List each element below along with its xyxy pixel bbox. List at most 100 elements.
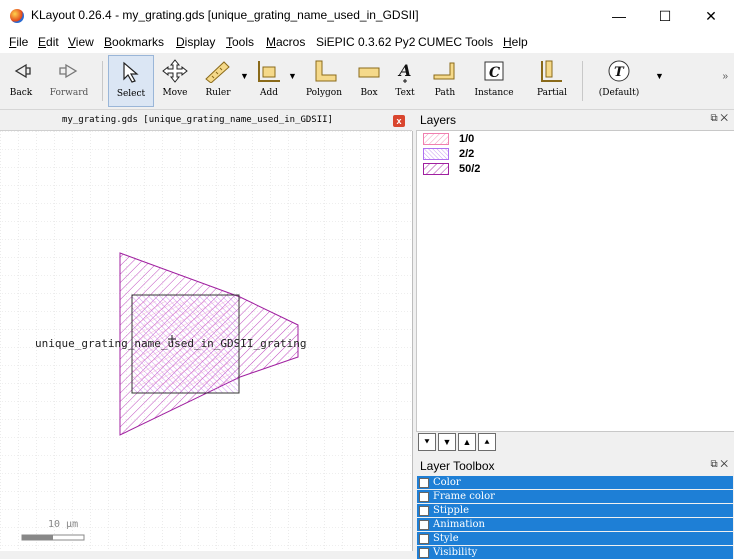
menu-help-label: elp [511, 35, 528, 49]
text-tool[interactable]: A Text [390, 55, 420, 105]
toolbox-visibility[interactable]: Visibility [417, 546, 733, 559]
toolbar-overflow-icon[interactable]: » [722, 71, 728, 82]
toolbar-separator [102, 61, 103, 101]
move-to-bottom-icon[interactable]: ⯆ [418, 433, 436, 451]
toolbox-color[interactable]: Color [417, 476, 733, 489]
arrow-right-icon [59, 63, 78, 79]
cell-text-label: unique_grating_name_used_in_GDSII_gratin… [35, 337, 307, 350]
menu-cumec-tools[interactable]: CUMEC Tools [418, 35, 493, 49]
menu-view[interactable]: View [68, 35, 94, 49]
box-icon [358, 67, 380, 78]
polygon-icon [315, 60, 337, 82]
polygon-label: Polygon [305, 88, 343, 98]
menu-siepic[interactable]: SiEPIC 0.3.62 Py2 [316, 35, 415, 49]
menu-help[interactable]: Help [503, 35, 528, 49]
scale-bar-fill [22, 535, 53, 540]
expand-checkbox[interactable] [419, 548, 429, 558]
toolbox-style[interactable]: Style [417, 532, 733, 545]
svg-text:T: T [614, 65, 625, 80]
menu-edit[interactable]: Edit [38, 35, 59, 49]
layer-name: 50/2 [459, 163, 481, 175]
title-bar: KLayout 0.26.4 - my_grating.gds [unique_… [0, 0, 734, 33]
menu-display[interactable]: Display [176, 35, 215, 49]
toolbox-style-label: Style [433, 533, 459, 544]
scale-bar-label: 10 µm [48, 519, 79, 530]
move-up-icon[interactable]: ▲ [458, 433, 476, 451]
polygon-tool[interactable]: Polygon [302, 55, 346, 105]
move-label: Move [162, 88, 188, 98]
menu-bar: File Edit View Bookmarks Display Tools M… [0, 33, 734, 53]
menu-file[interactable]: File [9, 35, 28, 49]
default-dropdown-arrow-icon[interactable]: ▼ [655, 71, 664, 81]
expand-checkbox[interactable] [419, 506, 429, 516]
toolbox-animation[interactable]: Animation [417, 518, 733, 531]
close-window-button[interactable]: ✕ [688, 0, 734, 33]
path-tool[interactable]: Path [426, 55, 464, 105]
menu-bookmarks[interactable]: Bookmarks [104, 35, 164, 49]
add-dropdown-arrow-icon[interactable]: ▼ [288, 71, 297, 81]
ruler-dropdown-arrow-icon[interactable]: ▼ [240, 71, 249, 81]
default-mode-tool[interactable]: T (Default) [590, 55, 648, 105]
layer-toolbox-header: Layer Toolbox ⧉ ✕ [416, 457, 734, 475]
move-down-icon[interactable]: ▼ [438, 433, 456, 451]
toolbox-stipple[interactable]: Stipple [417, 504, 733, 517]
layer-name: 2/2 [459, 148, 475, 160]
toolbox-frame-color[interactable]: Frame color [417, 490, 733, 503]
partial-tool[interactable]: Partial [528, 55, 576, 105]
menu-view-mnemonic: V [68, 35, 76, 49]
instance-tool[interactable]: C Instance [468, 55, 520, 105]
layers-panel-header: Layers ⧉ ✕ [416, 111, 734, 129]
expand-checkbox[interactable] [419, 492, 429, 502]
expand-checkbox[interactable] [419, 520, 429, 530]
menu-macros-mnemonic: M [266, 35, 276, 49]
toolbox-color-label: Color [433, 477, 461, 488]
close-layout-tab-button[interactable]: x [393, 115, 405, 127]
layer-toolbox-controls[interactable]: ⧉ ✕ [710, 459, 728, 470]
menu-siepic-label: SiEPIC 0.3.62 Py2 [316, 35, 416, 49]
arrow-left-icon [14, 63, 31, 79]
expand-checkbox[interactable] [419, 534, 429, 544]
layer-toolbox-title: Layer Toolbox [420, 459, 495, 473]
menu-bookmarks-label: ookmarks [112, 35, 165, 49]
move-to-top-icon[interactable]: ⯅ [478, 433, 496, 451]
box-label: Box [360, 88, 378, 98]
back-button[interactable]: Back [4, 55, 38, 105]
ruler-tool[interactable]: Ruler [198, 55, 238, 105]
move-tool[interactable]: Move [156, 55, 194, 105]
menu-tools[interactable]: Tools [226, 35, 254, 49]
menu-macros-label: acros [276, 35, 306, 49]
toolbox-visibility-label: Visibility [433, 547, 478, 558]
menu-tools-label: ools [232, 35, 255, 49]
move-arrows-icon [162, 59, 188, 83]
back-label: Back [9, 88, 33, 98]
forward-button[interactable]: Forward [44, 55, 94, 105]
layers-panel-title: Layers [420, 113, 457, 127]
cursor-arrow-icon [123, 61, 139, 83]
minimize-button[interactable]: — [596, 0, 642, 33]
path-label: Path [434, 88, 456, 98]
layout-tab[interactable]: my_grating.gds [unique_grating_name_used… [0, 112, 412, 131]
select-tool[interactable]: Select [108, 55, 154, 107]
default-t-icon: T [608, 60, 630, 82]
maximize-button[interactable]: ☐ [642, 0, 688, 33]
layers-list[interactable]: 1/0 2/2 50/2 [416, 130, 734, 432]
path-icon [433, 62, 455, 80]
svg-text:A: A [397, 61, 411, 80]
expand-checkbox[interactable] [419, 478, 429, 488]
box-tool[interactable]: Box [354, 55, 384, 105]
klayout-app-icon [10, 9, 24, 23]
menu-edit-mnemonic: E [38, 35, 47, 49]
menu-macros[interactable]: Macros [266, 35, 305, 49]
menu-file-label: ile [16, 35, 29, 49]
menu-help-mnemonic: H [503, 35, 512, 49]
add-ruler-icon [258, 61, 280, 82]
ruler-label: Ruler [205, 88, 231, 98]
window-title: KLayout 0.26.4 - my_grating.gds [unique_… [31, 8, 419, 22]
layout-canvas[interactable]: unique_grating_name_used_in_GDSII_gratin… [0, 131, 413, 551]
menu-display-label: isplay [184, 35, 216, 49]
default-label: (Default) [598, 88, 640, 98]
layers-panel-controls[interactable]: ⧉ ✕ [710, 113, 728, 124]
add-tool[interactable]: Add [252, 55, 286, 105]
text-a-icon: A [397, 61, 411, 83]
layer-2-2-swatch [423, 148, 449, 160]
